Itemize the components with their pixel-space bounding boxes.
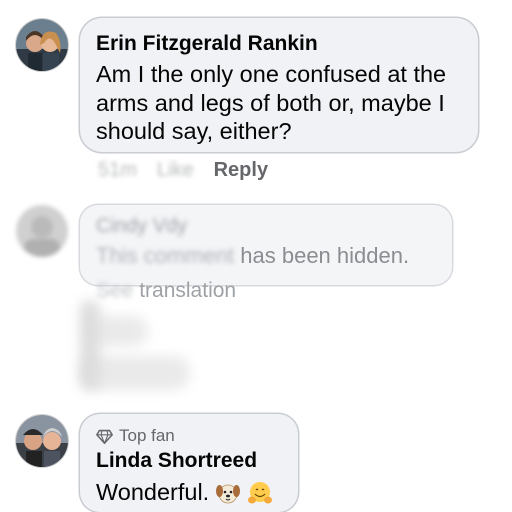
blurred-overlay <box>80 300 100 390</box>
comment-author[interactable]: Cindy Vdy <box>96 215 187 238</box>
comment-bubble[interactable]: Top fan Linda Shortreed Wonderful. <box>80 414 298 512</box>
avatar-hidden-commenter[interactable] <box>16 205 68 257</box>
dog-face-emoji <box>215 480 241 506</box>
reply-button[interactable]: Reply <box>214 159 268 181</box>
comment-text: Am I the only one confused at the arms a… <box>96 61 447 144</box>
diamond-icon <box>96 429 113 444</box>
hidden-comment-bubble[interactable]: Cindy Vdy This comment has been hidden. <box>80 205 452 285</box>
comment-author[interactable]: Erin Fitzgerald Rankin <box>96 32 318 56</box>
like-button[interactable]: Like <box>157 159 194 181</box>
comment-bubble[interactable]: Erin Fitzgerald Rankin Am I the only one… <box>80 18 478 152</box>
comment-author[interactable]: Linda Shortreed <box>96 449 257 473</box>
see-translation-link[interactable]: See translation <box>96 279 236 303</box>
avatar-linda[interactable] <box>16 415 68 467</box>
top-fan-badge: Top fan <box>96 426 175 446</box>
comment-text: Wonderful. <box>96 479 210 505</box>
comment-actions: 51m Like Reply <box>98 159 288 182</box>
top-fan-label: Top fan <box>119 426 175 445</box>
hidden-comment-message: This comment has been hidden. <box>96 243 410 268</box>
avatar-erin[interactable] <box>16 19 68 71</box>
hugging-face-emoji <box>247 480 273 506</box>
comment-time[interactable]: 51m <box>98 159 137 181</box>
comment-text-row: Wonderful. <box>96 479 273 506</box>
